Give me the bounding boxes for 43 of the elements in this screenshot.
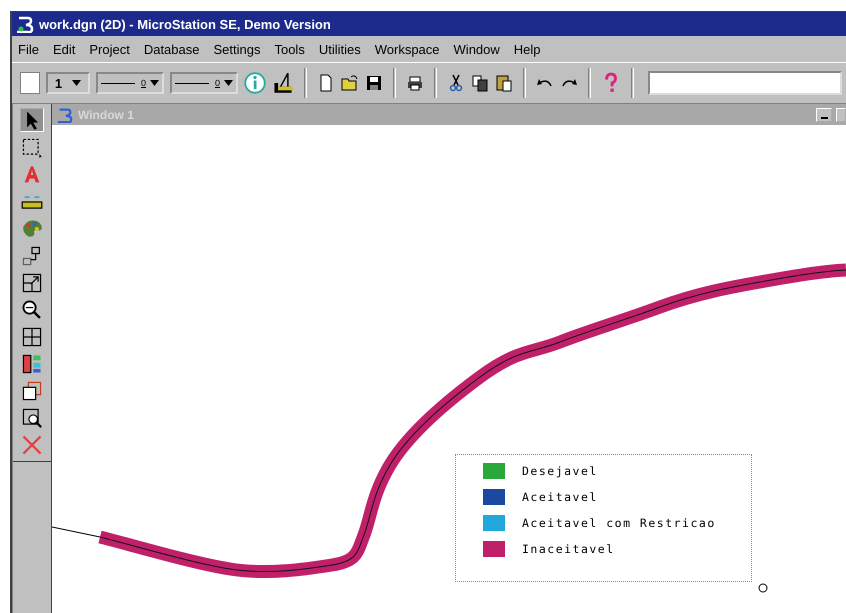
menu-item[interactable]: File xyxy=(18,42,39,56)
window-title: work.dgn (2D) - MicroStation SE, Demo Version xyxy=(39,16,331,32)
group-icon[interactable] xyxy=(21,245,43,267)
save-icon[interactable] xyxy=(365,74,383,92)
drafting-tool-icon[interactable] xyxy=(272,72,294,94)
arrow-pointer-icon[interactable] xyxy=(20,108,44,132)
zoom-icon[interactable] xyxy=(21,299,43,321)
menu-item[interactable]: Workspace xyxy=(374,42,440,56)
menu-item[interactable]: Help xyxy=(514,42,541,56)
menu-item[interactable]: Database xyxy=(144,42,200,56)
dropdown-arrow-icon xyxy=(150,80,159,86)
open-folder-icon[interactable] xyxy=(341,74,359,92)
dropdown-arrow-icon xyxy=(72,80,82,86)
legend-label: Aceitavel com Restricao xyxy=(522,516,716,530)
menu-item[interactable]: Tools xyxy=(274,42,305,56)
resize-handle-icon[interactable] xyxy=(758,583,768,593)
view-search-icon[interactable] xyxy=(21,407,43,429)
cut-icon[interactable] xyxy=(447,74,465,92)
info-icon[interactable] xyxy=(244,72,266,94)
scale-icon[interactable] xyxy=(21,272,43,294)
level-dropdown[interactable]: 1 xyxy=(46,72,90,94)
dashed-selection-icon[interactable] xyxy=(21,137,43,159)
minimize-button[interactable] xyxy=(816,108,832,122)
print-icon[interactable] xyxy=(406,74,424,92)
menu-item[interactable]: Utilities xyxy=(318,42,361,56)
menu-item[interactable]: Window xyxy=(454,42,500,56)
overlap-windows-icon[interactable] xyxy=(21,380,43,402)
legend-label: Desejavel xyxy=(522,464,598,478)
legend-label: Inaceitavel xyxy=(522,542,615,556)
color-swatch[interactable] xyxy=(20,72,40,94)
copy-icon[interactable] xyxy=(471,74,489,92)
weight-dropdown[interactable]: 0 xyxy=(170,72,238,94)
paste-icon[interactable] xyxy=(495,74,513,92)
app-logo-icon[interactable] xyxy=(15,15,35,33)
legend-label: Aceitavel xyxy=(522,490,598,504)
menu-item[interactable]: Project xyxy=(89,42,130,56)
key-in-field[interactable] xyxy=(648,71,842,95)
style-dropdown[interactable]: 0 xyxy=(96,72,164,94)
layers-icon[interactable] xyxy=(21,353,43,375)
menu-item[interactable]: Settings xyxy=(213,42,260,56)
dropdown-arrow-icon xyxy=(224,80,233,86)
menu-item[interactable]: Edit xyxy=(52,42,76,56)
grid-icon[interactable] xyxy=(21,326,43,348)
